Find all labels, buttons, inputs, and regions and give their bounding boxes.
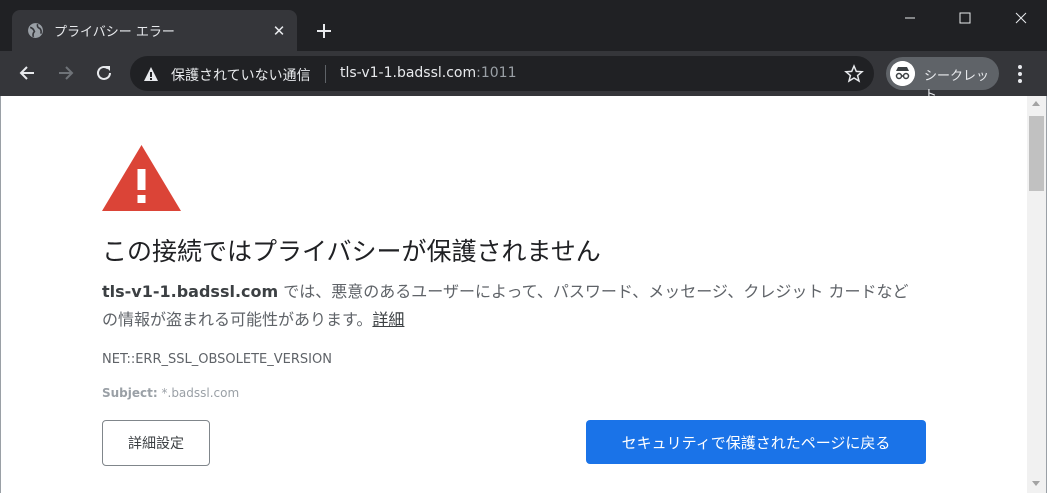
advanced-button[interactable]: 詳細設定 [102,420,210,466]
warning-triangle-icon[interactable] [143,66,159,82]
reload-icon[interactable] [92,61,116,85]
subject-value: *.badssl.com [157,386,240,400]
scroll-up-icon[interactable] [1032,101,1040,106]
incognito-icon [890,61,915,86]
more-vert-icon[interactable] [1010,63,1030,85]
toolbar: 保護されていない通信 tls-v1-1.badssl.com:1011 シークレ… [0,51,1047,103]
certificate-subject: Subject: *.badssl.com [102,386,239,400]
error-description: tls-v1-1.badssl.com では、悪意のあるユーザーによって、パスワ… [102,278,922,334]
url-host: tls-v1-1.badssl.com [340,65,477,81]
tab-privacy-error[interactable]: プライバシー エラー ✕ [12,10,297,51]
details-link[interactable]: 詳細 [372,310,404,329]
security-status-label[interactable]: 保護されていない通信 [171,65,311,85]
back-arrow-icon[interactable] [15,61,39,85]
minimize-icon[interactable] [887,0,933,36]
window-close-icon[interactable] [998,0,1044,36]
omnibox-divider [325,65,326,83]
forward-arrow-icon[interactable] [54,61,78,85]
tab-title: プライバシー エラー [54,25,175,40]
incognito-indicator[interactable]: シークレット [886,57,999,103]
back-to-safety-button[interactable]: セキュリティで保護されたページに戻る [586,420,926,464]
plus-icon[interactable] [312,19,336,43]
scroll-thumb[interactable] [1029,116,1044,191]
scroll-down-icon[interactable] [1032,481,1040,486]
star-icon[interactable] [844,64,864,84]
warning-triangle-icon [102,145,181,211]
title-bar: プライバシー エラー ✕ [0,0,1047,51]
subject-label: Subject: [102,386,158,400]
omnibox[interactable]: 保護されていない通信 tls-v1-1.badssl.com:1011 [130,56,874,91]
desc-host: tls-v1-1.badssl.com [102,282,279,301]
url-port: :1011 [476,65,517,81]
scrollbar[interactable] [1027,96,1046,493]
globe-icon [28,23,43,38]
url-text[interactable]: tls-v1-1.badssl.com:1011 [340,65,517,81]
close-icon[interactable]: ✕ [270,22,288,40]
page-title: この接続ではプライバシーが保護されません [102,237,601,266]
error-code: NET::ERR_SSL_OBSOLETE_VERSION [102,352,332,367]
maximize-icon[interactable] [942,0,988,36]
